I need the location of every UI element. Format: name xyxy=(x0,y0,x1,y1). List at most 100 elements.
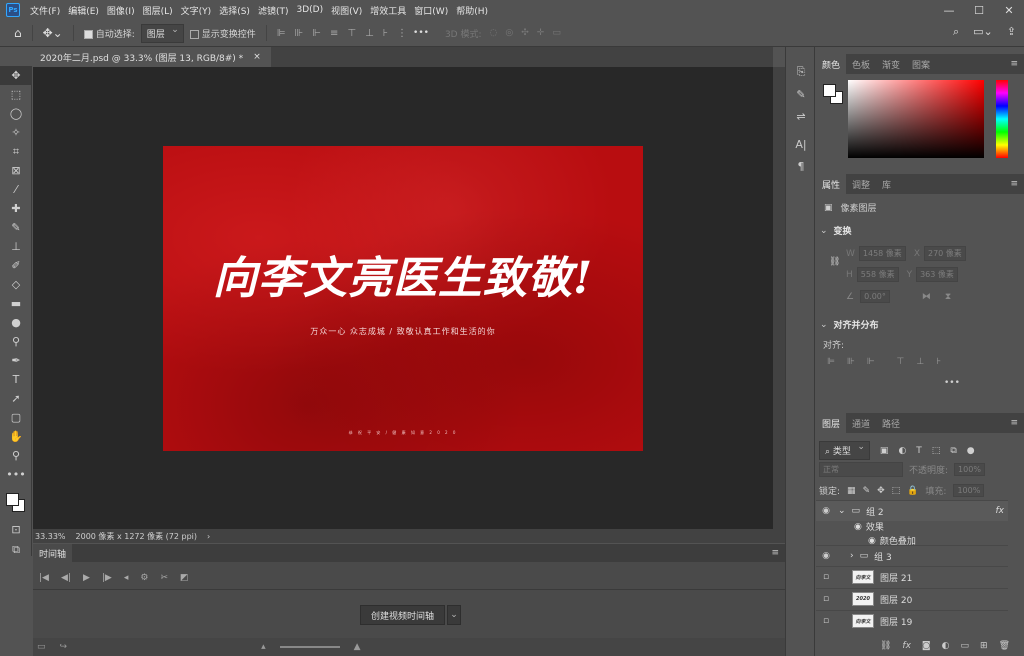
layer-row-group3[interactable]: ◉ › ▭ 组 3 xyxy=(816,545,1008,566)
paragraph-icon[interactable]: ¶ xyxy=(786,155,816,177)
pen-tool-icon[interactable]: ✒ xyxy=(0,351,32,370)
tab-layers[interactable]: 图层 xyxy=(816,413,847,433)
align-vcenter-icon[interactable]: ⊥ xyxy=(916,357,924,367)
document-canvas[interactable]: 向李文亮医生致敬! 万众一心 众志成城 / 致敬认真工作和生活的你 恭 祝 平 … xyxy=(163,146,643,451)
3d-slide-icon[interactable]: ✛ xyxy=(537,28,545,38)
distribute-icon[interactable]: ⋮ xyxy=(397,28,407,39)
convert-icon[interactable]: ↪ xyxy=(60,642,68,652)
audio-icon[interactable]: ◂ xyxy=(124,573,129,583)
layer-name[interactable]: 图层 20 xyxy=(880,593,912,606)
visibility-toggle-empty[interactable]: ▫ xyxy=(816,616,836,626)
menu-edit[interactable]: 编辑(E) xyxy=(64,4,103,17)
angle-field[interactable]: 0.00° xyxy=(860,290,890,303)
share-icon[interactable]: ⇪ xyxy=(1007,25,1016,39)
filter-type-icon[interactable]: T xyxy=(916,446,922,456)
flip-vertical-icon[interactable]: ⧗ xyxy=(945,292,951,302)
lasso-tool-icon[interactable]: ◯ xyxy=(0,104,32,123)
prev-frame-icon[interactable]: ◀| xyxy=(61,573,71,583)
align-justify-icon[interactable]: ≡ xyxy=(330,28,338,39)
panel-menu-icon[interactable]: ≡ xyxy=(1010,59,1018,69)
lock-all-icon[interactable]: 🔒 xyxy=(907,486,918,496)
layer-style-icon[interactable]: fx xyxy=(902,641,911,651)
brush-tool-icon[interactable]: ✎ xyxy=(0,218,32,237)
lock-artboard-icon[interactable]: ⬚ xyxy=(892,486,901,496)
filter-adjustment-icon[interactable]: ◐ xyxy=(898,446,906,456)
menu-3d[interactable]: 3D(D) xyxy=(292,5,327,15)
maximize-button[interactable]: ☐ xyxy=(964,0,994,20)
adjust-icon[interactable]: ⇌ xyxy=(786,105,816,127)
minimize-button[interactable]: — xyxy=(934,0,964,20)
tab-adjustments[interactable]: 调整 xyxy=(846,174,876,194)
3d-orbit-icon[interactable]: ◌ xyxy=(490,28,498,38)
align-hcenter-icon[interactable]: ⊪ xyxy=(295,28,304,39)
edit-toolbar-icon[interactable]: ••• xyxy=(0,465,32,484)
filter-smart-object-icon[interactable]: ⧉ xyxy=(950,446,956,456)
move-tool-preset-icon[interactable]: ✥⌄ xyxy=(43,26,63,40)
tab-patterns[interactable]: 图案 xyxy=(906,54,936,74)
type-tool-icon[interactable]: T xyxy=(0,370,32,389)
align-left-icon[interactable]: ⊫ xyxy=(277,28,286,39)
lock-transparency-icon[interactable]: ▦ xyxy=(847,486,856,496)
more-align-button[interactable]: ••• xyxy=(944,378,960,388)
quick-mask-icon[interactable]: ⊡ xyxy=(0,520,32,539)
menu-window[interactable]: 窗口(W) xyxy=(410,4,452,17)
hand-tool-icon[interactable]: ✋ xyxy=(0,427,32,446)
shape-tool-icon[interactable]: ▢ xyxy=(0,408,32,427)
align-section-header[interactable]: ⌄ 对齐并分布 xyxy=(820,318,879,332)
fill-field[interactable]: 100% xyxy=(953,484,985,497)
chevron-down-icon[interactable]: ⌄ xyxy=(838,506,846,516)
color-spectrum-field[interactable] xyxy=(848,80,984,158)
play-icon[interactable]: ▶ xyxy=(83,573,90,583)
tab-timeline[interactable]: 时间轴 xyxy=(33,544,73,562)
align-bottom-icon[interactable]: ⊦ xyxy=(936,357,941,367)
height-field[interactable]: 558 像素 xyxy=(856,267,899,282)
adjustment-layer-icon[interactable]: ◐ xyxy=(942,641,950,651)
lock-position-icon[interactable]: ✥ xyxy=(877,486,885,496)
layer-name[interactable]: 组 3 xyxy=(874,550,892,563)
eye-icon[interactable]: ◉ xyxy=(816,506,836,516)
transform-section-header[interactable]: ⌄ 变换 xyxy=(820,224,852,238)
eyedropper-tool-icon[interactable]: ⁄ xyxy=(0,180,32,199)
chevron-down-icon[interactable]: ⌄ xyxy=(447,605,462,625)
hue-slider[interactable] xyxy=(996,80,1008,158)
create-video-timeline-button[interactable]: 创建视频时间轴 xyxy=(360,605,446,625)
dodge-tool-icon[interactable]: ⚲ xyxy=(0,332,32,351)
tab-properties[interactable]: 属性 xyxy=(816,174,847,194)
zoom-in-icon[interactable]: ▲ xyxy=(354,642,361,652)
clone-stamp-tool-icon[interactable]: ⊥ xyxy=(0,237,32,256)
align-top-icon[interactable]: ⊤ xyxy=(897,357,905,367)
delete-layer-icon[interactable]: 🗑 xyxy=(999,641,1010,651)
layer-row-21[interactable]: ▫ 向李文 图层 21 xyxy=(816,566,1008,587)
panel-menu-icon[interactable]: ≡ xyxy=(771,548,779,558)
visibility-toggle-empty[interactable]: ▫ xyxy=(816,594,836,604)
path-selection-tool-icon[interactable]: ➚ xyxy=(0,389,32,408)
menu-type[interactable]: 文字(Y) xyxy=(177,4,216,17)
menu-plugins[interactable]: 增效工具 xyxy=(366,4,410,17)
zoom-level[interactable]: 33.33% xyxy=(35,532,66,541)
eye-icon[interactable]: ◉ xyxy=(816,551,836,561)
zoom-slider[interactable] xyxy=(279,646,340,648)
foreground-color-swatch[interactable] xyxy=(6,493,19,506)
layer-filter-dropdown[interactable]: ⌕ 类型 xyxy=(819,441,870,460)
panel-menu-icon[interactable]: ≡ xyxy=(1010,418,1018,428)
align-hcenter-icon[interactable]: ⊪ xyxy=(847,357,855,367)
magic-wand-tool-icon[interactable]: ✧ xyxy=(0,123,32,142)
history-icon[interactable]: ⎘ xyxy=(786,61,816,83)
align-right-icon[interactable]: ⊩ xyxy=(312,28,321,39)
filter-shape-icon[interactable]: ⬚ xyxy=(932,446,941,456)
tab-gradients[interactable]: 渐变 xyxy=(876,54,906,74)
layer-row-19[interactable]: ▫ 向李文 图层 19 xyxy=(816,610,1008,631)
tab-channels[interactable]: 通道 xyxy=(846,413,876,433)
align-vcenter-icon[interactable]: ⊥ xyxy=(365,28,374,39)
eye-icon[interactable]: ◉ xyxy=(868,536,876,546)
visibility-toggle-empty[interactable]: ▫ xyxy=(816,572,836,582)
gradient-tool-icon[interactable]: ▬ xyxy=(0,294,32,313)
filter-toggle-icon[interactable]: ● xyxy=(967,446,975,456)
blend-mode-dropdown[interactable]: 正常 xyxy=(819,462,903,477)
search-icon[interactable]: ⌕ xyxy=(953,25,959,39)
character-icon[interactable]: A| xyxy=(786,133,816,155)
menu-file[interactable]: 文件(F) xyxy=(26,4,64,17)
menu-view[interactable]: 视图(V) xyxy=(327,4,366,17)
next-frame-icon[interactable]: |▶ xyxy=(102,573,112,583)
foreground-color-swatch[interactable] xyxy=(823,84,836,97)
